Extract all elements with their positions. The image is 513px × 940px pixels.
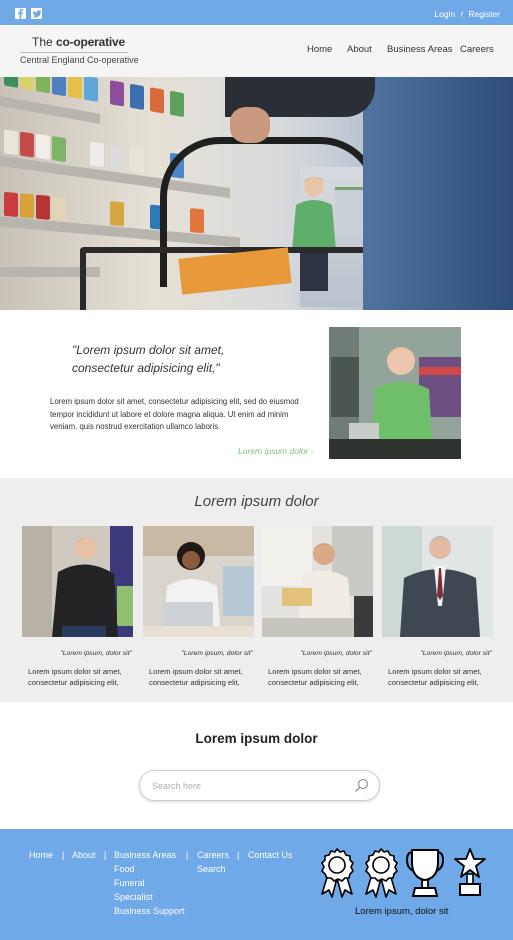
shopper-hand [230,107,270,143]
team-title: Lorem ipsum dolor [194,493,319,510]
nav-business-areas[interactable]: Business Areas [387,44,452,55]
logo-name: co-operative [56,35,125,49]
shopper-arm [363,77,513,310]
rosette-icon [321,848,354,898]
footer-link-funeral[interactable]: Funeral [114,878,145,888]
intro-quote: "Lorem ipsum dolor sit amet, consectetur… [72,343,225,375]
footer-separator: | [237,850,240,860]
team-photo [382,526,493,637]
team-photo [262,526,373,637]
awards-caption: Lorem ipsum, dolor sit [355,906,449,917]
footer-separator: | [62,850,65,860]
facebook-icon[interactable] [15,8,26,19]
search-icon[interactable] [354,778,369,798]
footer-link-specialist[interactable]: Specialist [114,892,153,902]
footer-nav-home[interactable]: Home [29,850,53,860]
footer-separator: | [186,850,189,860]
footer-separator: | [104,850,107,860]
intro-body: Lorem ipsum dolor sit amet, consectetur … [50,397,299,431]
logo-prefix: The [32,35,53,49]
logo-subtitle: Central England Co-operative [20,55,139,65]
rosette-icon [365,848,398,898]
team-text: Lorem ipsum dolor sit amet, consectetur … [149,667,243,687]
auth-separator: / [460,9,463,19]
team-text: Lorem ipsum dolor sit amet, consectetur … [388,667,482,687]
register-link[interactable]: Register [468,9,500,19]
footer-nav-careers[interactable]: Careers [197,850,229,860]
search-bar [139,770,380,801]
team-text: Lorem ipsum dolor sit amet, consectetur … [28,667,122,687]
footer-link-search[interactable]: Search [197,864,226,874]
footer-link-food[interactable]: Food [114,864,135,874]
team-section: Lorem ipsum dolor "Lorem ipsum, dolor si… [0,478,513,702]
nav-about[interactable]: About [347,44,372,55]
logo-divider [20,52,128,53]
product-row [0,77,230,125]
hero-image [0,77,513,310]
site-footer: Home | About | Business Areas | Careers … [0,829,513,940]
team-caption: "Lorem ipsum, dolor sit" [420,650,492,657]
nav-home[interactable]: Home [307,44,332,55]
logo[interactable]: The co-operative [32,35,125,49]
intro-photo [329,327,461,459]
auth-links: Login / Register [431,9,500,19]
login-link[interactable]: Login [434,9,455,19]
search-input[interactable] [152,778,342,794]
trophy-icon [405,849,445,897]
search-title: Lorem ipsum dolor [195,731,318,746]
top-bar: Login / Register [0,0,513,25]
team-caption: "Lorem ipsum, dolor sit" [60,650,132,657]
twitter-icon[interactable] [31,8,42,19]
star-trophy-icon [454,848,486,896]
site-header: The co-operative Central England Co-oper… [0,25,513,77]
shelf [0,96,100,124]
team-photo [143,526,254,637]
team-photo [22,526,133,637]
intro-read-more-link[interactable]: Lorem ipsum dolor - [238,446,314,456]
footer-nav-contact-us[interactable]: Contact Us [248,850,293,860]
footer-nav-business-areas[interactable]: Business Areas [114,850,176,860]
nav-careers[interactable]: Careers [460,44,494,55]
team-caption: "Lorem ipsum, dolor sit" [300,650,372,657]
team-caption: "Lorem ipsum, dolor sit" [181,650,253,657]
team-text: Lorem ipsum dolor sit amet, consectetur … [268,667,362,687]
footer-link-business-support[interactable]: Business Support [114,906,185,916]
footer-nav-about[interactable]: About [72,850,96,860]
